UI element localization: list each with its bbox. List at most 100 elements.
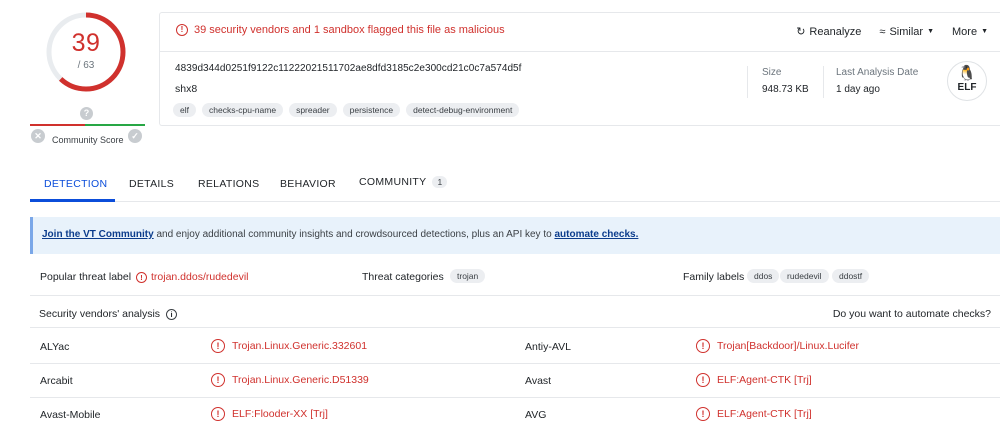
meta-divider <box>823 66 824 98</box>
tag[interactable]: spreader <box>289 103 337 117</box>
active-tab-indicator <box>30 199 115 202</box>
community-score-label: Community Score <box>52 135 124 145</box>
alert-icon: ! <box>211 339 225 353</box>
reanalyze-button[interactable]: ↻ Reanalyze <box>796 25 862 39</box>
refresh-icon: ↻ <box>796 26 806 38</box>
tab-details[interactable]: DETAILS <box>129 178 174 190</box>
alert-icon: ! <box>696 407 710 421</box>
vendor-result: ! Trojan[Backdoor]/Linux.Lucifer <box>696 339 859 353</box>
size-value: 948.73 KB <box>762 84 809 95</box>
tag[interactable]: checks-cpu-name <box>201 103 284 117</box>
tab-behavior[interactable]: BEHAVIOR <box>280 178 336 190</box>
vendor-result-text: Trojan.Linux.Generic.332601 <box>232 340 368 352</box>
threat-categories-label: Threat categories <box>362 271 444 283</box>
vendor-result-text: ELF:Agent-CTK [Trj] <box>717 408 812 420</box>
question-icon[interactable]: ? <box>80 107 93 120</box>
vendor-result: ! ELF:Flooder-XX [Trj] <box>211 407 328 421</box>
vendor-name: Avast <box>525 375 552 387</box>
file-type-badge: 🐧 ELF <box>947 61 987 101</box>
linux-penguin-icon: 🐧 <box>957 65 977 82</box>
last-analysis: Last Analysis Date 1 day ago <box>836 67 918 95</box>
similar-button[interactable]: ≈ Similar ▼ <box>879 25 934 38</box>
popular-threat-text: trojan.ddos/rudedevil <box>151 271 249 283</box>
similar-label: Similar <box>889 25 924 38</box>
last-analysis-value: 1 day ago <box>836 84 880 95</box>
last-analysis-label: Last Analysis Date <box>836 67 919 78</box>
header-actions: ↻ Reanalyze ≈ Similar ▼ More ▼ <box>796 25 988 39</box>
file-size: Size 948.73 KB <box>762 67 809 95</box>
community-bar-positive <box>85 124 145 126</box>
file-tags: elf checks-cpu-name spreader persistence… <box>173 103 520 117</box>
vendor-result-text: Trojan[Backdoor]/Linux.Lucifer <box>717 340 860 352</box>
automate-checks-prompt[interactable]: Do you want to automate checks? <box>833 308 991 320</box>
family-labels-label: Family labels <box>683 271 745 283</box>
tag[interactable]: elf <box>173 103 196 117</box>
alert-icon: ! <box>696 373 710 387</box>
meta-divider <box>747 66 748 98</box>
threat-summary: Popular threat label ! trojan.ddos/rudede… <box>30 260 1000 296</box>
vendor-name: Antiy-AVL <box>525 341 571 353</box>
vendor-result-text: ELF:Flooder-XX [Trj] <box>232 408 328 420</box>
family-tag[interactable]: ddostf <box>832 269 870 283</box>
malicious-alert: ! 39 security vendors and 1 sandbox flag… <box>176 24 505 36</box>
reanalyze-label: Reanalyze <box>809 25 862 38</box>
caret-down-icon: ▼ <box>981 28 988 35</box>
alert-text: 39 security vendors and 1 sandbox flagge… <box>194 24 505 36</box>
alert-icon: ! <box>211 373 225 387</box>
alert-icon: ! <box>136 271 147 283</box>
total-count: / 63 <box>77 60 95 71</box>
tab-community-label: COMMUNITY <box>359 176 427 188</box>
popular-threat-value[interactable]: ! trojan.ddos/rudedevil <box>136 271 248 283</box>
vote-up-icon[interactable]: ✓ <box>128 129 142 143</box>
vendor-name: AVG <box>525 409 547 421</box>
vendors-title-text: Security vendors' analysis <box>39 308 161 320</box>
family-tag[interactable]: ddos <box>747 269 780 283</box>
table-row: Arcabit ! Trojan.Linux.Generic.D51339 Ava… <box>30 364 1000 398</box>
card-divider <box>160 51 1000 52</box>
vendor-result: ! ELF:Agent-CTK [Trj] <box>696 373 812 387</box>
file-hash[interactable]: 4839d344d0251f9122c11222021511702ae8dfd3… <box>175 63 522 74</box>
vote-down-icon[interactable]: ✕ <box>31 129 45 143</box>
tag[interactable]: detect-debug-environment <box>406 103 520 117</box>
vendor-name: Avast-Mobile <box>40 409 101 421</box>
join-community-link[interactable]: Join the VT Community <box>42 229 154 240</box>
more-label: More <box>952 25 978 38</box>
threat-category-tag[interactable]: trojan <box>450 269 486 283</box>
vendor-result-text: Trojan.Linux.Generic.D51339 <box>232 374 369 386</box>
alert-icon: ! <box>696 339 710 353</box>
report-tabs: DETECTION DETAILS RELATIONS BEHAVIOR COM… <box>30 170 1000 202</box>
tab-detection[interactable]: DETECTION <box>44 178 107 190</box>
similar-icon: ≈ <box>879 25 886 38</box>
alert-icon: ! <box>211 407 225 421</box>
table-row: ALYac ! Trojan.Linux.Generic.332601 Antiy… <box>30 330 1000 364</box>
vendors-header: Security vendors' analysis i Do you want … <box>30 300 1000 328</box>
file-name: shx8 <box>175 83 198 95</box>
table-row: Avast-Mobile ! ELF:Flooder-XX [Trj] AVG !… <box>30 398 1000 429</box>
tab-relations[interactable]: RELATIONS <box>198 178 259 190</box>
alert-icon: ! <box>176 24 188 36</box>
vendor-result: ! Trojan.Linux.Generic.332601 <box>211 339 367 353</box>
vendor-result-text: ELF:Agent-CTK [Trj] <box>717 374 812 386</box>
tab-community[interactable]: COMMUNITY 1 <box>359 176 448 188</box>
size-label: Size <box>762 67 782 78</box>
info-icon[interactable]: i <box>166 308 178 320</box>
more-button[interactable]: More ▼ <box>952 25 988 38</box>
vendor-name: Arcabit <box>40 375 73 387</box>
detected-count: 39 <box>71 29 101 57</box>
vendor-result: ! ELF:Agent-CTK [Trj] <box>696 407 812 421</box>
vendors-title: Security vendors' analysis i <box>39 308 178 320</box>
community-bar-negative <box>30 124 85 126</box>
file-type-label: ELF <box>957 82 977 93</box>
community-banner: Join the VT Community and enjoy addition… <box>30 217 1000 254</box>
popular-threat-label: Popular threat label <box>40 271 132 283</box>
vendor-name: ALYac <box>40 341 70 353</box>
tag[interactable]: persistence <box>342 103 401 117</box>
family-tag[interactable]: rudedevil <box>780 269 829 283</box>
caret-down-icon: ▼ <box>927 28 934 35</box>
vendor-result: ! Trojan.Linux.Generic.D51339 <box>211 373 369 387</box>
community-count-badge: 1 <box>432 176 448 188</box>
file-summary-card: ! 39 security vendors and 1 sandbox flag… <box>159 12 1000 126</box>
automate-checks-link[interactable]: automate checks. <box>554 229 638 240</box>
banner-text: and enjoy additional community insights … <box>153 229 555 240</box>
detection-score-gauge: 39 / 63 <box>44 10 128 94</box>
